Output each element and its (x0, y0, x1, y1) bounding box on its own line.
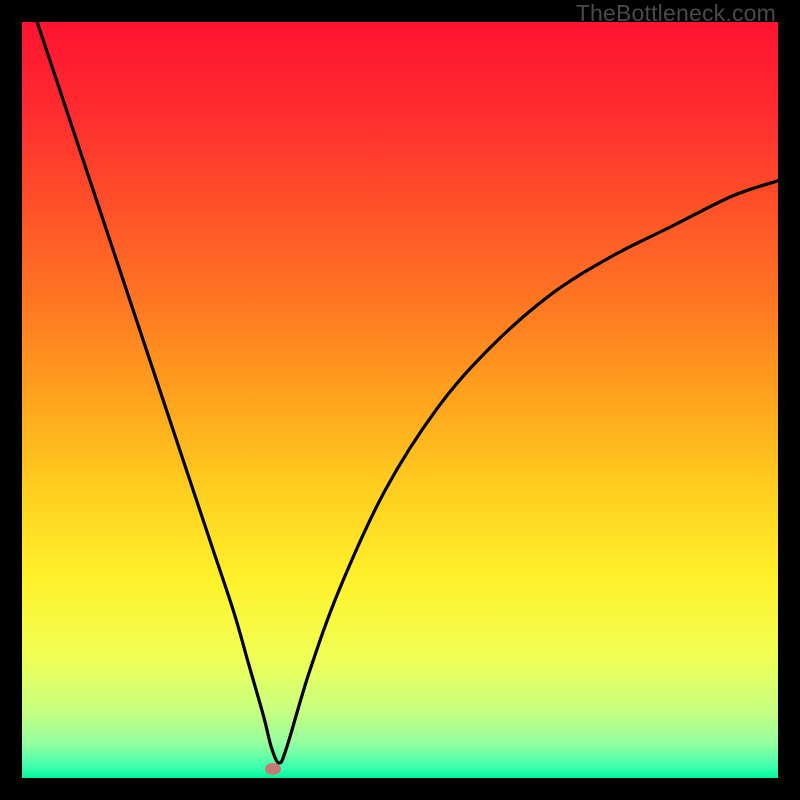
optimal-point-marker (265, 763, 281, 775)
gradient-background (22, 22, 778, 778)
watermark-text: TheBottleneck.com (576, 0, 776, 27)
chart-frame (22, 22, 778, 778)
bottleneck-chart (22, 22, 778, 778)
